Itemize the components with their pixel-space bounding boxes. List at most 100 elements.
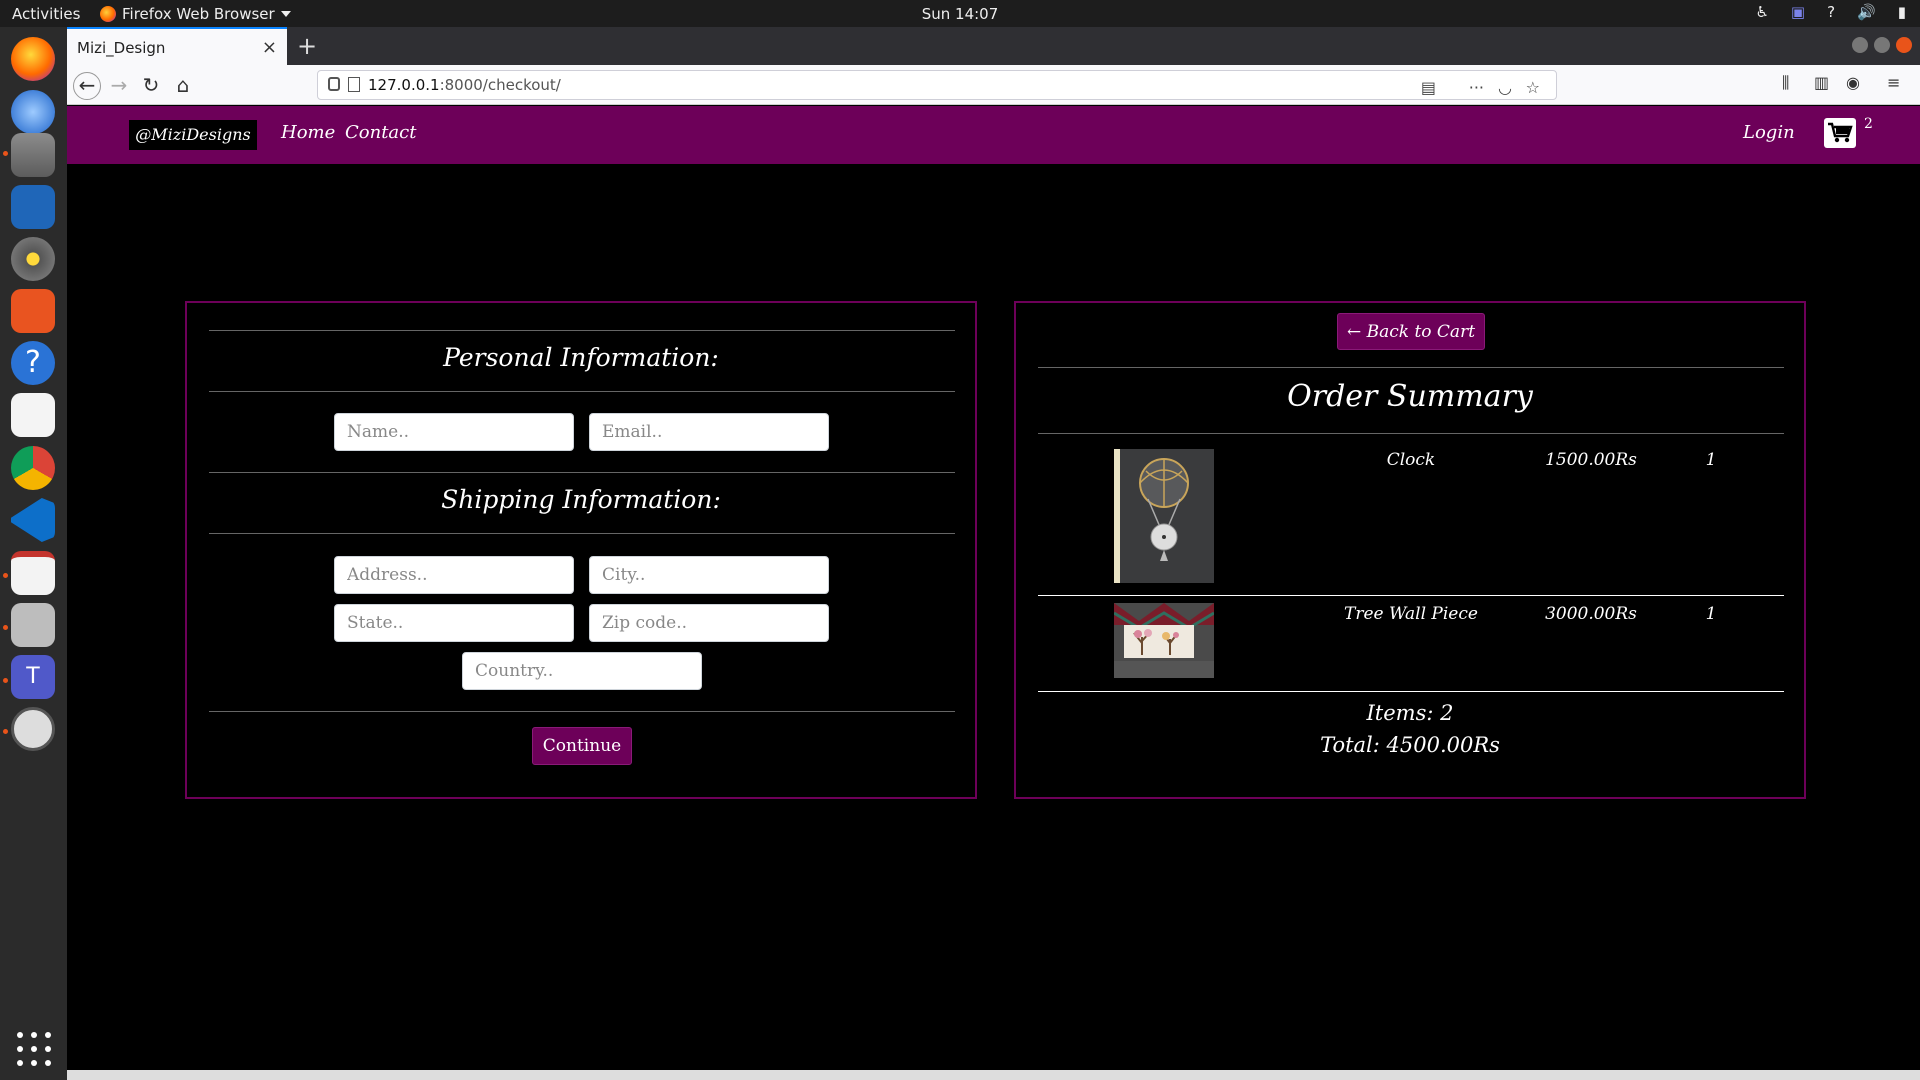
battery-icon[interactable]: ▮ — [1898, 3, 1906, 21]
cart-count-badge: 2 — [1864, 116, 1873, 132]
nav-login-link[interactable]: Login — [1743, 122, 1795, 143]
chrome-icon[interactable] — [11, 446, 55, 490]
reload-button[interactable]: ↻ — [137, 72, 165, 100]
site-navbar: @MiziDesigns Home Contact Login 2 — [67, 106, 1920, 164]
continue-button[interactable]: Continue — [532, 727, 632, 765]
shipping-info-title: Shipping Information: — [441, 485, 721, 514]
url-path: :8000/checkout/ — [439, 76, 561, 94]
writer-icon[interactable] — [11, 185, 55, 229]
back-button[interactable]: ← — [73, 72, 101, 100]
reader-view-icon[interactable]: ▤ — [1421, 78, 1436, 97]
library-icon[interactable]: ⫼ — [1782, 73, 1789, 93]
personal-info-title: Personal Information: — [443, 343, 719, 372]
clock-thumbnail[interactable] — [1114, 449, 1214, 583]
item-name: Tree Wall Piece — [1344, 604, 1478, 624]
thunderbird-icon[interactable] — [11, 90, 55, 134]
cart-icon — [1828, 122, 1853, 143]
divider — [209, 711, 955, 712]
window-controls — [1852, 37, 1912, 53]
item-name: Clock — [1386, 450, 1436, 470]
divider — [1038, 367, 1784, 368]
maximize-button[interactable] — [1874, 37, 1890, 53]
state-field[interactable] — [334, 604, 574, 642]
close-icon[interactable]: × — [262, 37, 277, 58]
rhythmbox-icon[interactable] — [11, 237, 55, 281]
accessibility-icon[interactable]: ♿ — [1755, 3, 1768, 21]
teams-icon[interactable]: ▣ — [1791, 3, 1805, 21]
bookmark-star-icon[interactable]: ☆ — [1526, 78, 1540, 97]
volume-icon[interactable]: 🔊 — [1857, 3, 1876, 21]
country-field[interactable] — [462, 652, 702, 690]
system-top-bar: Activities Firefox Web Browser Sun 14:07… — [0, 0, 1920, 27]
tab-active[interactable]: Mizi_Design × — [67, 27, 287, 65]
software-icon[interactable] — [11, 289, 55, 333]
running-indicator — [3, 625, 8, 630]
email-field[interactable] — [589, 413, 829, 451]
running-indicator — [3, 678, 8, 683]
divider — [1038, 691, 1784, 692]
item-price: 1500.00Rs — [1545, 450, 1637, 470]
browser-status-strip — [67, 1070, 1920, 1080]
teams-icon[interactable]: T — [11, 655, 55, 699]
nav-home-link[interactable]: Home — [281, 122, 335, 143]
running-indicator — [3, 573, 8, 578]
home-button[interactable]: ⌂ — [169, 72, 197, 100]
pocket-icon[interactable]: ◡ — [1498, 78, 1512, 97]
dock: ? T — [0, 27, 67, 1080]
divider — [1038, 433, 1784, 434]
updater-icon[interactable] — [11, 707, 55, 751]
forward-button[interactable]: → — [105, 72, 133, 100]
item-quantity: 1 — [1705, 604, 1717, 624]
divider — [209, 330, 955, 331]
running-indicator — [3, 729, 8, 734]
minimize-button[interactable] — [1852, 37, 1868, 53]
city-field[interactable] — [589, 556, 829, 594]
navigation-toolbar: ← → ↻ ⌂ 127.0.0.1:8000/checkout/ ▤ ··· ◡… — [67, 65, 1920, 105]
tab-title: Mizi_Design — [77, 39, 166, 57]
help-icon[interactable]: ? — [1827, 3, 1835, 21]
tab-bar: Mizi_Design × + — [67, 27, 1920, 65]
brand-logo[interactable]: @MiziDesigns — [129, 120, 257, 150]
firefox-icon[interactable] — [11, 37, 55, 81]
order-total: Total: 4500.00Rs — [1320, 733, 1500, 757]
help-icon[interactable]: ? — [11, 341, 55, 385]
divider — [209, 533, 955, 534]
browser-window: Mizi_Design × + ← → ↻ ⌂ 127.0.0.1:8000/c… — [67, 27, 1920, 1080]
new-tab-button[interactable]: + — [297, 32, 317, 60]
web-page: @MiziDesigns Home Contact Login 2 Person… — [67, 106, 1920, 1070]
sidebar-icon[interactable]: ▥ — [1814, 73, 1829, 92]
system-clock[interactable]: Sun 14:07 — [0, 5, 1920, 23]
text-editor-icon[interactable] — [11, 393, 55, 437]
tree-wall-piece-thumbnail[interactable] — [1113, 603, 1215, 678]
files-icon[interactable] — [11, 133, 55, 177]
window-close-button[interactable] — [1896, 37, 1912, 53]
back-to-cart-button[interactable]: ← Back to Cart — [1337, 313, 1485, 350]
url-host: 127.0.0.1 — [368, 76, 440, 94]
order-summary-card: ← Back to Cart Order Summary Clock 1500. — [1014, 301, 1806, 799]
order-summary-title: Order Summary — [1287, 379, 1533, 414]
item-quantity: 1 — [1705, 450, 1717, 470]
url-bar[interactable]: 127.0.0.1:8000/checkout/ ▤ ··· ◡ ☆ — [317, 70, 1557, 100]
scanner-icon[interactable] — [11, 603, 55, 647]
checkout-form-card: Personal Information: Shipping Informati… — [185, 301, 977, 799]
account-icon[interactable]: ◉ — [1846, 73, 1860, 92]
show-applications-icon[interactable] — [17, 1032, 51, 1066]
running-indicator — [3, 151, 8, 156]
nav-contact-link[interactable]: Contact — [345, 122, 416, 143]
notes-icon[interactable] — [11, 551, 55, 595]
cart-button[interactable] — [1824, 118, 1856, 148]
zip-code-field[interactable] — [589, 604, 829, 642]
shield-icon[interactable] — [328, 77, 340, 91]
divider — [209, 391, 955, 392]
divider — [209, 472, 955, 473]
system-tray[interactable]: ♿ ▣ ? 🔊 ▮ — [1755, 3, 1906, 21]
item-price: 3000.00Rs — [1545, 604, 1637, 624]
page-info-icon[interactable] — [348, 77, 360, 92]
name-field[interactable] — [334, 413, 574, 451]
divider — [1038, 595, 1784, 596]
more-actions-icon[interactable]: ··· — [1469, 78, 1484, 97]
address-field[interactable] — [334, 556, 574, 594]
menu-icon[interactable]: ≡ — [1887, 73, 1900, 92]
items-count: Items: 2 — [1366, 701, 1454, 725]
vscode-icon[interactable] — [11, 498, 55, 542]
